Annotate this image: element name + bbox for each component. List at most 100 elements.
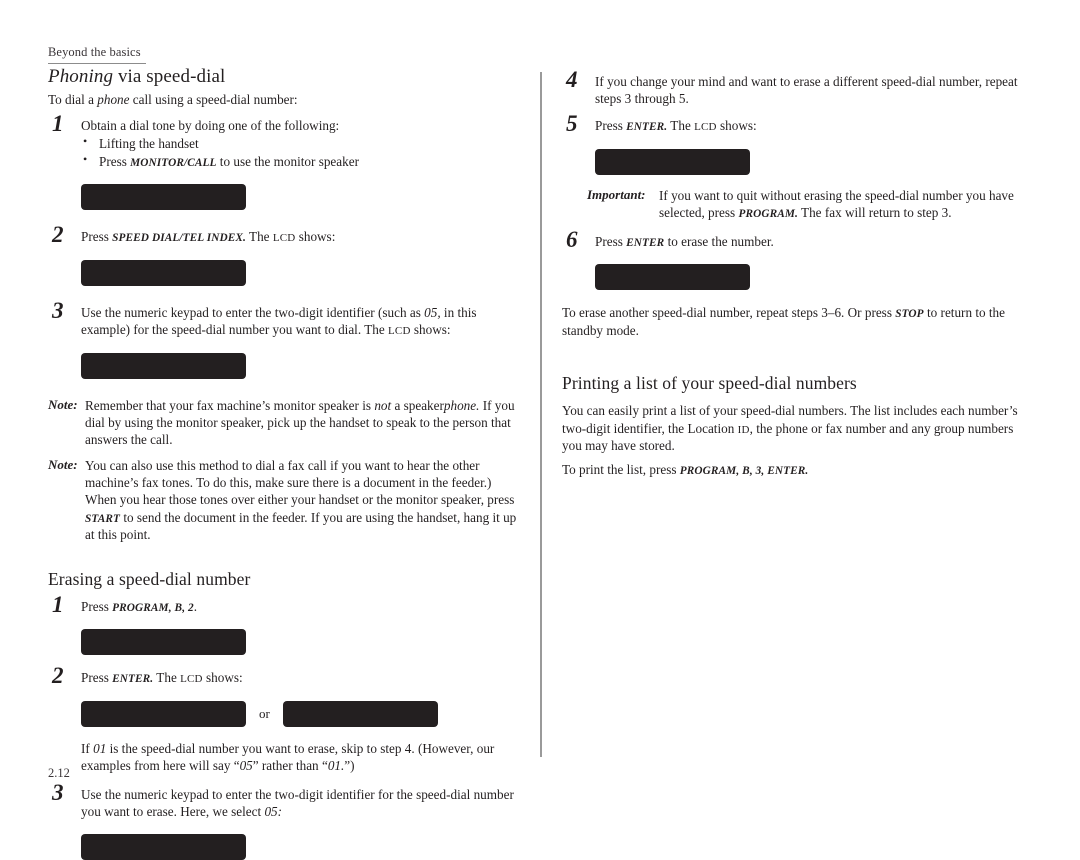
note-block: Note: Remember that your fax machine’s m…: [48, 397, 518, 448]
step-item: 1 Obtain a dial tone by doing one of the…: [48, 112, 518, 211]
column-divider-rule: [540, 72, 542, 757]
step-text-line2-after: shows:: [410, 322, 451, 338]
subsection-heading-printing: Printing a list of your speed-dial numbe…: [562, 373, 857, 394]
lead-in-before: To dial a: [48, 91, 98, 107]
lcd-display-bar: [81, 260, 246, 287]
step-item: 2 Press ENTER. The LCD shows: or If 01 i…: [48, 664, 518, 774]
keycap-label: ENTER: [626, 236, 665, 249]
step-number: 2: [52, 663, 64, 689]
keycap-label: PROGRAM, B, 2: [112, 601, 194, 614]
note-part-1: You can also use this method to dial a f…: [85, 458, 515, 508]
running-head: Beyond the basics: [48, 45, 141, 59]
important-label: Important:: [587, 186, 646, 202]
step-item: 1 Press PROGRAM, B, 2.: [48, 593, 518, 656]
step-number: 2: [52, 222, 64, 248]
step-text-line2-before: example) for the speed-dial number you w…: [81, 322, 389, 338]
step-text-line1: Use the numeric keypad to enter the two-…: [81, 787, 471, 803]
smallcaps-lcd: LCD: [272, 232, 296, 245]
step-text-before: Use the numeric keypad to enter the two-…: [81, 305, 425, 321]
bullet-item: Lifting the handset: [81, 134, 518, 152]
step-text-italic: 05,: [424, 305, 441, 321]
step-text-middle: The: [153, 670, 181, 686]
step-item: 2 Press SPEED DIAL/TEL INDEX. The LCD sh…: [48, 223, 518, 287]
step-item: 3 Use the numeric keypad to enter the tw…: [48, 299, 518, 379]
step-text-before: Press: [595, 233, 627, 249]
step-text-middle: The: [667, 118, 695, 134]
lcd-display-bar: [595, 148, 750, 175]
keycap-label: PROGRAM.: [738, 208, 798, 221]
step-item: 5 Press ENTER. The LCD shows:: [562, 112, 1022, 175]
followup-mid-2: ” rather than “: [252, 758, 328, 773]
step-text-before: Press: [81, 229, 113, 245]
note-text: You can also use this method to dial a f…: [85, 457, 518, 543]
step-number: 1: [52, 111, 64, 136]
bullet-text-after: to use the monitor speaker: [216, 153, 359, 169]
step-text: Use the numeric keypad to enter the two-…: [81, 304, 518, 338]
step-text: Obtain a dial tone by doing one of the f…: [81, 118, 340, 133]
document-page: Beyond the basics Phoning via speed-dial…: [0, 0, 1080, 860]
closing-part-1: To erase another speed-dial number, repe…: [562, 305, 896, 321]
printing-paragraph: You can easily print a list of your spee…: [562, 402, 1022, 454]
step-text-line2-italic: 05:: [264, 804, 283, 820]
subsection-heading-erasing: Erasing a speed-dial number: [48, 569, 251, 590]
note-block: Note: You can also use this method to di…: [48, 457, 518, 543]
step-text-after: shows:: [716, 118, 757, 134]
step-text-after: shows:: [295, 229, 336, 245]
step-item: 3 Use the numeric keypad to enter the tw…: [48, 781, 518, 860]
note-label: Note:: [48, 396, 78, 412]
step-text-after: shows:: [202, 670, 243, 686]
important-block: Important: If you want to quit without e…: [587, 187, 1022, 222]
bullet-text-before: Press: [99, 153, 131, 169]
step-number: 3: [52, 298, 64, 324]
followup-after: ”): [344, 758, 355, 773]
step-text: Press ENTER to erase the number.: [595, 233, 1022, 251]
step-number: 6: [566, 226, 578, 252]
step-text-line1: If you change your mind and want to eras…: [595, 74, 983, 89]
instruction-before: To print the list, press: [562, 462, 680, 478]
followup-italic-2: 05: [239, 758, 253, 773]
lcd-display-bar: [81, 352, 246, 379]
running-head-rule: [48, 63, 146, 64]
step-text: Use the numeric keypad to enter the two-…: [81, 786, 518, 820]
note-italic-2: phone.: [443, 397, 480, 413]
lcd-display-bar-option-a: [81, 700, 246, 727]
keycap-label: START: [85, 512, 121, 525]
section-heading-phoning: Phoning via speed-dial: [48, 66, 518, 88]
lcd-display-bar: [595, 264, 750, 291]
step-text-before: Press: [595, 118, 627, 134]
step-item: 4 If you change your mind and want to er…: [562, 68, 1022, 107]
page-number: 2.12: [48, 766, 70, 780]
important-text: If you want to quit without erasing the …: [659, 187, 1022, 222]
step-text-middle: The: [245, 229, 273, 245]
step-text: Press SPEED DIAL/TEL INDEX. The LCD show…: [81, 228, 518, 246]
followup-italic-3: 01.: [327, 758, 345, 773]
lead-in-italic: phone: [97, 91, 130, 107]
step-text-after: in this: [440, 305, 477, 321]
keycap-label: STOP: [895, 308, 924, 321]
printing-instruction: To print the list, press PROGRAM, B, 3, …: [562, 461, 1022, 479]
note-part-1: Remember that your fax machine’s monitor…: [85, 397, 375, 413]
followup-italic-1: 01: [93, 740, 107, 756]
step-number: 4: [566, 67, 578, 92]
lead-in-paragraph: To dial a phone call using a speed-dial …: [48, 91, 518, 108]
note-part-2: a speaker: [391, 397, 444, 413]
lcd-display-bar: [81, 184, 246, 211]
smallcaps-lcd: LCD: [180, 673, 203, 686]
keycap-label: ENTER.: [112, 673, 154, 686]
section-heading-roman: via speed-dial: [113, 66, 226, 87]
step-text-before: Press: [81, 670, 113, 686]
step-number: 5: [566, 111, 578, 137]
lcd-display-alternatives: or: [81, 700, 518, 727]
step-text: Press PROGRAM, B, 2.: [81, 598, 518, 616]
right-column: 4 If you change your mind and want to er…: [562, 66, 1022, 479]
left-column: Phoning via speed-dial To dial a phone c…: [48, 66, 518, 860]
smallcaps-lcd: LCD: [388, 325, 411, 338]
smallcaps-lcd: LCD: [694, 121, 717, 134]
step-text: If you change your mind and want to eras…: [595, 73, 1022, 107]
step-number: 3: [52, 780, 64, 806]
step-number: 1: [52, 591, 64, 617]
closing-paragraph: To erase another speed-dial number, repe…: [562, 304, 1022, 339]
note-part-2: to send the document in the feeder. If y…: [85, 509, 517, 543]
lcd-display-bar-option-b: [282, 700, 438, 727]
step-bullet-list: Lifting the handset Press MONITOR/CALL t…: [81, 134, 518, 170]
